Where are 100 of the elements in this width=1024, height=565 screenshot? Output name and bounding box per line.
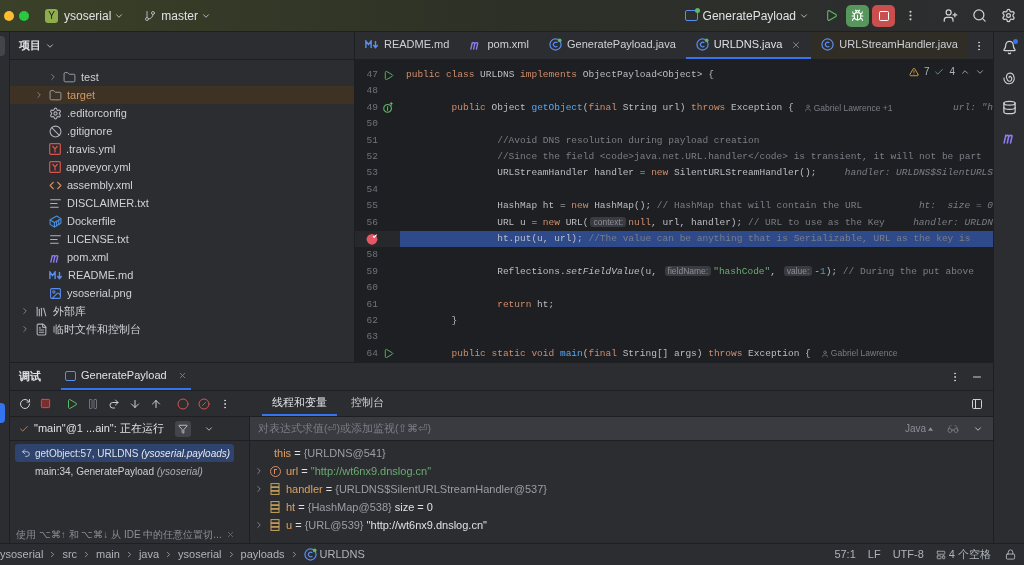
author-hint[interactable]: Gabriel Lawrence bbox=[830, 347, 898, 361]
spiral-icon[interactable] bbox=[1001, 70, 1017, 85]
author-hint[interactable]: Gabriel Lawrence +1 bbox=[813, 101, 893, 115]
variable-entry[interactable]: handler = {URLDNS$SilentURLStreamHandler@537} bbox=[286, 480, 547, 498]
tree-item[interactable]: 外部库 bbox=[10, 302, 354, 320]
chevron-icon[interactable] bbox=[254, 466, 264, 476]
class-icon bbox=[695, 38, 709, 51]
breadcrumb[interactable]: payloads bbox=[240, 546, 285, 563]
breadcrumb[interactable]: ysoserial bbox=[0, 546, 44, 563]
step-into-icon[interactable] bbox=[129, 397, 141, 410]
evaluate-field[interactable]: 对表达式求值(⏎)或添加监视(⇧⌘⏎) Java bbox=[250, 417, 993, 441]
breadcrumb[interactable]: java bbox=[138, 546, 160, 563]
breadcrumb[interactable]: src bbox=[62, 546, 78, 563]
minimize-window-button[interactable] bbox=[4, 10, 14, 21]
run-config-icon bbox=[65, 370, 76, 381]
pause-icon[interactable] bbox=[87, 397, 99, 410]
tree-item[interactable]: assembly.xml bbox=[10, 176, 354, 194]
variable-entry[interactable]: url = "http://wt6nx9.dnslog.cn" bbox=[286, 462, 432, 480]
editor-tab[interactable]: URLStreamHandler.java bbox=[811, 32, 968, 59]
indent-setting[interactable]: 4 个空格 bbox=[948, 546, 991, 563]
debug-icon[interactable] bbox=[851, 9, 864, 22]
project-menu[interactable]: ysoserial bbox=[64, 6, 112, 25]
add-user-icon[interactable] bbox=[943, 8, 958, 23]
library-icon bbox=[35, 304, 48, 318]
stack-frame[interactable]: getObject:57, URLDNS (ysoserial.payloads) bbox=[35, 445, 235, 461]
implements-icon[interactable] bbox=[382, 102, 394, 114]
line-number: 49 bbox=[366, 100, 378, 115]
cursor-position[interactable]: 57:1 bbox=[834, 546, 856, 563]
filter-icon[interactable] bbox=[177, 423, 188, 434]
check-count: 4 bbox=[949, 65, 955, 79]
rerun-icon[interactable] bbox=[19, 397, 31, 410]
tree-item[interactable]: .gitignore bbox=[10, 122, 354, 140]
chevron-icon[interactable] bbox=[48, 72, 58, 82]
session-tab[interactable]: GeneratePayload bbox=[81, 367, 167, 384]
branch-menu[interactable]: master bbox=[161, 6, 199, 25]
close-icon[interactable] bbox=[177, 371, 187, 380]
tree-item[interactable]: test bbox=[10, 68, 354, 86]
variable-entry[interactable]: u = {URL@539} "http://wt6nx9.dnslog.cn" bbox=[286, 516, 487, 534]
person-icon bbox=[820, 349, 829, 358]
chevron-icon[interactable] bbox=[20, 324, 30, 334]
run-icon[interactable] bbox=[382, 348, 394, 360]
tree-item[interactable]: 临时文件和控制台 bbox=[10, 320, 354, 338]
run-config-menu[interactable]: GeneratePayload bbox=[702, 6, 796, 25]
tree-item[interactable]: LICENSE.txt bbox=[10, 230, 354, 248]
stop-icon[interactable] bbox=[40, 398, 51, 409]
breadcrumb[interactable]: main bbox=[96, 546, 120, 563]
variable-entry[interactable]: this = {URLDNS@541} bbox=[274, 444, 386, 462]
database-icon[interactable] bbox=[1001, 100, 1017, 115]
editor-tab[interactable]: GeneratePayload.java bbox=[538, 32, 686, 59]
variable-entry[interactable]: ht = {HashMap@538} size = 0 bbox=[286, 498, 433, 516]
stack-frame-row[interactable]: getObject:57, URLDNS (ysoserial.payloads) bbox=[15, 444, 235, 462]
code-text: ht.put(u, url); //The value can be anything that is Serializable, URL as the key is bbox=[496, 231, 971, 246]
notifications-icon[interactable] bbox=[1001, 40, 1017, 55]
tree-item[interactable]: pom.xml bbox=[10, 248, 354, 266]
project-view-menu[interactable]: 项目 bbox=[19, 37, 41, 54]
step-out-icon[interactable] bbox=[150, 397, 162, 410]
tree-item[interactable]: .editorconfig bbox=[10, 104, 354, 122]
settings-icon[interactable] bbox=[1001, 8, 1016, 23]
tree-item[interactable]: README.md bbox=[10, 266, 354, 284]
zoom-window-button[interactable] bbox=[19, 10, 29, 21]
search-icon[interactable] bbox=[972, 8, 987, 23]
class-icon bbox=[821, 38, 835, 51]
resume-icon[interactable] bbox=[66, 397, 78, 410]
caret-icon[interactable] bbox=[928, 426, 933, 431]
stack-frame-row[interactable]: main:34, GeneratePayload (ysoserial) bbox=[15, 462, 207, 480]
class-icon bbox=[548, 38, 562, 51]
lock-icon[interactable] bbox=[1005, 549, 1016, 560]
mute-breakpoints-icon[interactable] bbox=[198, 397, 210, 410]
tree-item[interactable]: appveyor.yml bbox=[10, 158, 354, 176]
encoding[interactable]: UTF-8 bbox=[892, 546, 924, 563]
layout-icon[interactable] bbox=[971, 397, 983, 410]
resume-icon[interactable] bbox=[825, 9, 838, 22]
language-selector[interactable]: Java bbox=[904, 421, 926, 436]
step-over-icon[interactable] bbox=[108, 397, 120, 410]
breadcrumb[interactable]: ysoserial bbox=[178, 546, 222, 563]
chevron-icon[interactable] bbox=[20, 306, 30, 316]
debug-tab[interactable]: 控制台 bbox=[341, 391, 394, 416]
tree-item[interactable]: DISCLAIMER.txt bbox=[10, 194, 354, 212]
tree-item[interactable]: target bbox=[10, 86, 354, 104]
tree-label: appveyor.yml bbox=[66, 159, 131, 175]
breakpoints-icon[interactable] bbox=[177, 397, 189, 410]
tree-item[interactable]: .travis.yml bbox=[10, 140, 354, 158]
tree-item[interactable]: ysoserial.png bbox=[10, 284, 354, 302]
editor-tab[interactable]: README.md bbox=[355, 32, 460, 59]
run-icon[interactable] bbox=[382, 69, 394, 81]
line-number: 59 bbox=[366, 264, 378, 279]
editor-tab[interactable]: pom.xml bbox=[459, 32, 539, 59]
chevron-icon[interactable] bbox=[34, 90, 44, 100]
chevron-icon[interactable] bbox=[254, 484, 264, 494]
thread-selector[interactable]: "main"@1 ...ain": 正在运行 bbox=[34, 420, 164, 437]
tool-window-button[interactable] bbox=[0, 403, 5, 423]
code-text: public Object getObject(final String url) throws Exception { bbox=[450, 100, 794, 115]
close-icon[interactable] bbox=[791, 39, 802, 50]
breakpoint-icon[interactable] bbox=[366, 233, 378, 246]
line-ending[interactable]: LF bbox=[867, 546, 881, 563]
stack-frame[interactable]: main:34, GeneratePayload (ysoserial) bbox=[35, 463, 207, 479]
breadcrumb[interactable]: URLDNS bbox=[319, 546, 365, 563]
chevron-icon[interactable] bbox=[254, 520, 264, 530]
tree-item[interactable]: Dockerfile bbox=[10, 212, 354, 230]
close-icon[interactable] bbox=[225, 529, 235, 539]
